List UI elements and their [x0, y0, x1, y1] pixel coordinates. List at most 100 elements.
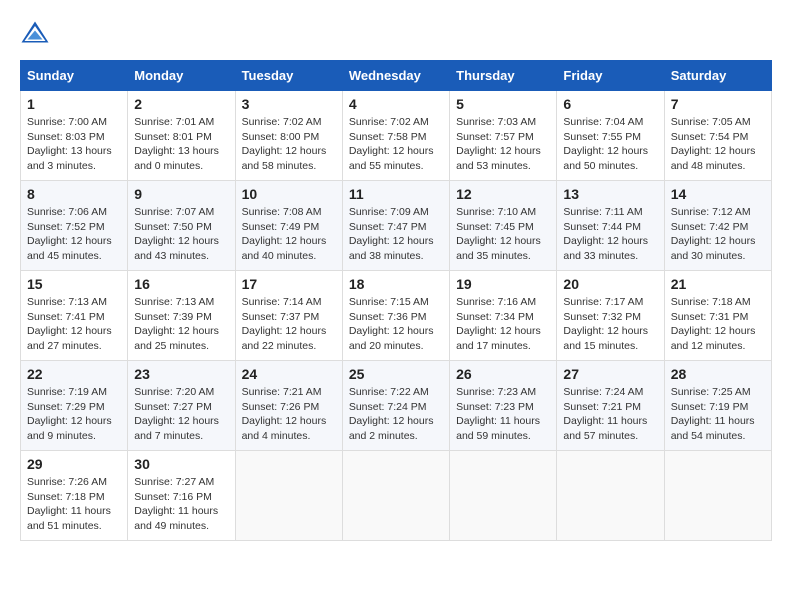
- day-cell: 7 Sunrise: 7:05 AM Sunset: 7:54 PM Daylig…: [664, 91, 771, 181]
- day-cell: 29Sunrise: 7:26 AM Sunset: 7:18 PM Dayli…: [21, 451, 128, 541]
- day-number: 7: [671, 96, 765, 112]
- day-info: Sunrise: 7:03 AM Sunset: 7:57 PM Dayligh…: [456, 115, 550, 174]
- day-cell: 10 Sunrise: 7:08 AM Sunset: 7:49 PM Dayli…: [235, 181, 342, 271]
- day-number: 5: [456, 96, 550, 112]
- day-cell: [557, 451, 664, 541]
- day-cell: 6 Sunrise: 7:04 AM Sunset: 7:55 PM Daylig…: [557, 91, 664, 181]
- day-number: 19: [456, 276, 550, 292]
- day-info: Sunrise: 7:13 AM Sunset: 7:39 PM Dayligh…: [134, 295, 228, 354]
- day-cell: 15 Sunrise: 7:13 AM Sunset: 7:41 PM Dayli…: [21, 271, 128, 361]
- day-number: 21: [671, 276, 765, 292]
- day-cell: 1 Sunrise: 7:00 AM Sunset: 8:03 PM Daylig…: [21, 91, 128, 181]
- day-info: Sunrise: 7:25 AM Sunset: 7:19 PM Dayligh…: [671, 385, 765, 444]
- day-number: 16: [134, 276, 228, 292]
- day-number: 26: [456, 366, 550, 382]
- day-info: Sunrise: 7:18 AM Sunset: 7:31 PM Dayligh…: [671, 295, 765, 354]
- day-cell: 24Sunrise: 7:21 AM Sunset: 7:26 PM Dayli…: [235, 361, 342, 451]
- day-info: Sunrise: 7:11 AM Sunset: 7:44 PM Dayligh…: [563, 205, 657, 264]
- day-info: Sunrise: 7:06 AM Sunset: 7:52 PM Dayligh…: [27, 205, 121, 264]
- logo: [20, 20, 54, 50]
- header-cell-saturday: Saturday: [664, 61, 771, 91]
- day-info: Sunrise: 7:02 AM Sunset: 7:58 PM Dayligh…: [349, 115, 443, 174]
- header-cell-monday: Monday: [128, 61, 235, 91]
- day-cell: [450, 451, 557, 541]
- day-cell: 23 Sunrise: 7:20 AM Sunset: 7:27 PM Dayli…: [128, 361, 235, 451]
- day-cell: 19 Sunrise: 7:16 AM Sunset: 7:34 PM Dayli…: [450, 271, 557, 361]
- week-row-3: 15 Sunrise: 7:13 AM Sunset: 7:41 PM Dayli…: [21, 271, 772, 361]
- header-cell-thursday: Thursday: [450, 61, 557, 91]
- day-number: 2: [134, 96, 228, 112]
- day-info: Sunrise: 7:15 AM Sunset: 7:36 PM Dayligh…: [349, 295, 443, 354]
- day-cell: 26 Sunrise: 7:23 AM Sunset: 7:23 PM Dayli…: [450, 361, 557, 451]
- day-info: Sunrise: 7:26 AM Sunset: 7:18 PM Dayligh…: [27, 475, 121, 534]
- day-cell: 8 Sunrise: 7:06 AM Sunset: 7:52 PM Daylig…: [21, 181, 128, 271]
- day-cell: 25 Sunrise: 7:22 AM Sunset: 7:24 PM Dayli…: [342, 361, 449, 451]
- day-info: Sunrise: 7:27 AM Sunset: 7:16 PM Dayligh…: [134, 475, 228, 534]
- day-cell: 3 Sunrise: 7:02 AM Sunset: 8:00 PM Daylig…: [235, 91, 342, 181]
- day-info: Sunrise: 7:02 AM Sunset: 8:00 PM Dayligh…: [242, 115, 336, 174]
- week-row-2: 8 Sunrise: 7:06 AM Sunset: 7:52 PM Daylig…: [21, 181, 772, 271]
- day-info: Sunrise: 7:17 AM Sunset: 7:32 PM Dayligh…: [563, 295, 657, 354]
- week-row-1: 1 Sunrise: 7:00 AM Sunset: 8:03 PM Daylig…: [21, 91, 772, 181]
- day-number: 12: [456, 186, 550, 202]
- day-number: 23: [134, 366, 228, 382]
- day-info: Sunrise: 7:05 AM Sunset: 7:54 PM Dayligh…: [671, 115, 765, 174]
- day-number: 10: [242, 186, 336, 202]
- header-row: SundayMondayTuesdayWednesdayThursdayFrid…: [21, 61, 772, 91]
- day-cell: 13 Sunrise: 7:11 AM Sunset: 7:44 PM Dayli…: [557, 181, 664, 271]
- day-info: Sunrise: 7:20 AM Sunset: 7:27 PM Dayligh…: [134, 385, 228, 444]
- day-info: Sunrise: 7:04 AM Sunset: 7:55 PM Dayligh…: [563, 115, 657, 174]
- day-info: Sunrise: 7:16 AM Sunset: 7:34 PM Dayligh…: [456, 295, 550, 354]
- day-cell: 5 Sunrise: 7:03 AM Sunset: 7:57 PM Daylig…: [450, 91, 557, 181]
- day-cell: 9 Sunrise: 7:07 AM Sunset: 7:50 PM Daylig…: [128, 181, 235, 271]
- day-number: 1: [27, 96, 121, 112]
- day-number: 20: [563, 276, 657, 292]
- day-cell: 2 Sunrise: 7:01 AM Sunset: 8:01 PM Daylig…: [128, 91, 235, 181]
- day-info: Sunrise: 7:22 AM Sunset: 7:24 PM Dayligh…: [349, 385, 443, 444]
- day-number: 6: [563, 96, 657, 112]
- day-cell: 12 Sunrise: 7:10 AM Sunset: 7:45 PM Dayli…: [450, 181, 557, 271]
- week-row-5: 29Sunrise: 7:26 AM Sunset: 7:18 PM Dayli…: [21, 451, 772, 541]
- day-info: Sunrise: 7:12 AM Sunset: 7:42 PM Dayligh…: [671, 205, 765, 264]
- day-info: Sunrise: 7:08 AM Sunset: 7:49 PM Dayligh…: [242, 205, 336, 264]
- day-number: 8: [27, 186, 121, 202]
- week-row-4: 22 Sunrise: 7:19 AM Sunset: 7:29 PM Dayli…: [21, 361, 772, 451]
- day-number: 4: [349, 96, 443, 112]
- header-cell-sunday: Sunday: [21, 61, 128, 91]
- header-cell-tuesday: Tuesday: [235, 61, 342, 91]
- day-number: 13: [563, 186, 657, 202]
- day-info: Sunrise: 7:01 AM Sunset: 8:01 PM Dayligh…: [134, 115, 228, 174]
- day-cell: 22 Sunrise: 7:19 AM Sunset: 7:29 PM Dayli…: [21, 361, 128, 451]
- day-number: 25: [349, 366, 443, 382]
- day-info: Sunrise: 7:23 AM Sunset: 7:23 PM Dayligh…: [456, 385, 550, 444]
- day-info: Sunrise: 7:24 AM Sunset: 7:21 PM Dayligh…: [563, 385, 657, 444]
- day-cell: 20 Sunrise: 7:17 AM Sunset: 7:32 PM Dayli…: [557, 271, 664, 361]
- day-cell: 30 Sunrise: 7:27 AM Sunset: 7:16 PM Dayli…: [128, 451, 235, 541]
- header-cell-friday: Friday: [557, 61, 664, 91]
- day-info: Sunrise: 7:14 AM Sunset: 7:37 PM Dayligh…: [242, 295, 336, 354]
- day-cell: [664, 451, 771, 541]
- day-info: Sunrise: 7:10 AM Sunset: 7:45 PM Dayligh…: [456, 205, 550, 264]
- day-cell: 4 Sunrise: 7:02 AM Sunset: 7:58 PM Daylig…: [342, 91, 449, 181]
- logo-icon: [20, 20, 50, 50]
- day-number: 15: [27, 276, 121, 292]
- day-number: 3: [242, 96, 336, 112]
- day-info: Sunrise: 7:13 AM Sunset: 7:41 PM Dayligh…: [27, 295, 121, 354]
- day-number: 24: [242, 366, 336, 382]
- day-number: 30: [134, 456, 228, 472]
- day-number: 18: [349, 276, 443, 292]
- day-number: 11: [349, 186, 443, 202]
- day-cell: 17 Sunrise: 7:14 AM Sunset: 7:37 PM Dayli…: [235, 271, 342, 361]
- day-cell: 21 Sunrise: 7:18 AM Sunset: 7:31 PM Dayli…: [664, 271, 771, 361]
- day-number: 22: [27, 366, 121, 382]
- day-number: 14: [671, 186, 765, 202]
- day-number: 28: [671, 366, 765, 382]
- day-cell: 18 Sunrise: 7:15 AM Sunset: 7:36 PM Dayli…: [342, 271, 449, 361]
- header-cell-wednesday: Wednesday: [342, 61, 449, 91]
- day-info: Sunrise: 7:07 AM Sunset: 7:50 PM Dayligh…: [134, 205, 228, 264]
- day-cell: [235, 451, 342, 541]
- day-number: 17: [242, 276, 336, 292]
- day-info: Sunrise: 7:00 AM Sunset: 8:03 PM Dayligh…: [27, 115, 121, 174]
- day-info: Sunrise: 7:19 AM Sunset: 7:29 PM Dayligh…: [27, 385, 121, 444]
- day-number: 9: [134, 186, 228, 202]
